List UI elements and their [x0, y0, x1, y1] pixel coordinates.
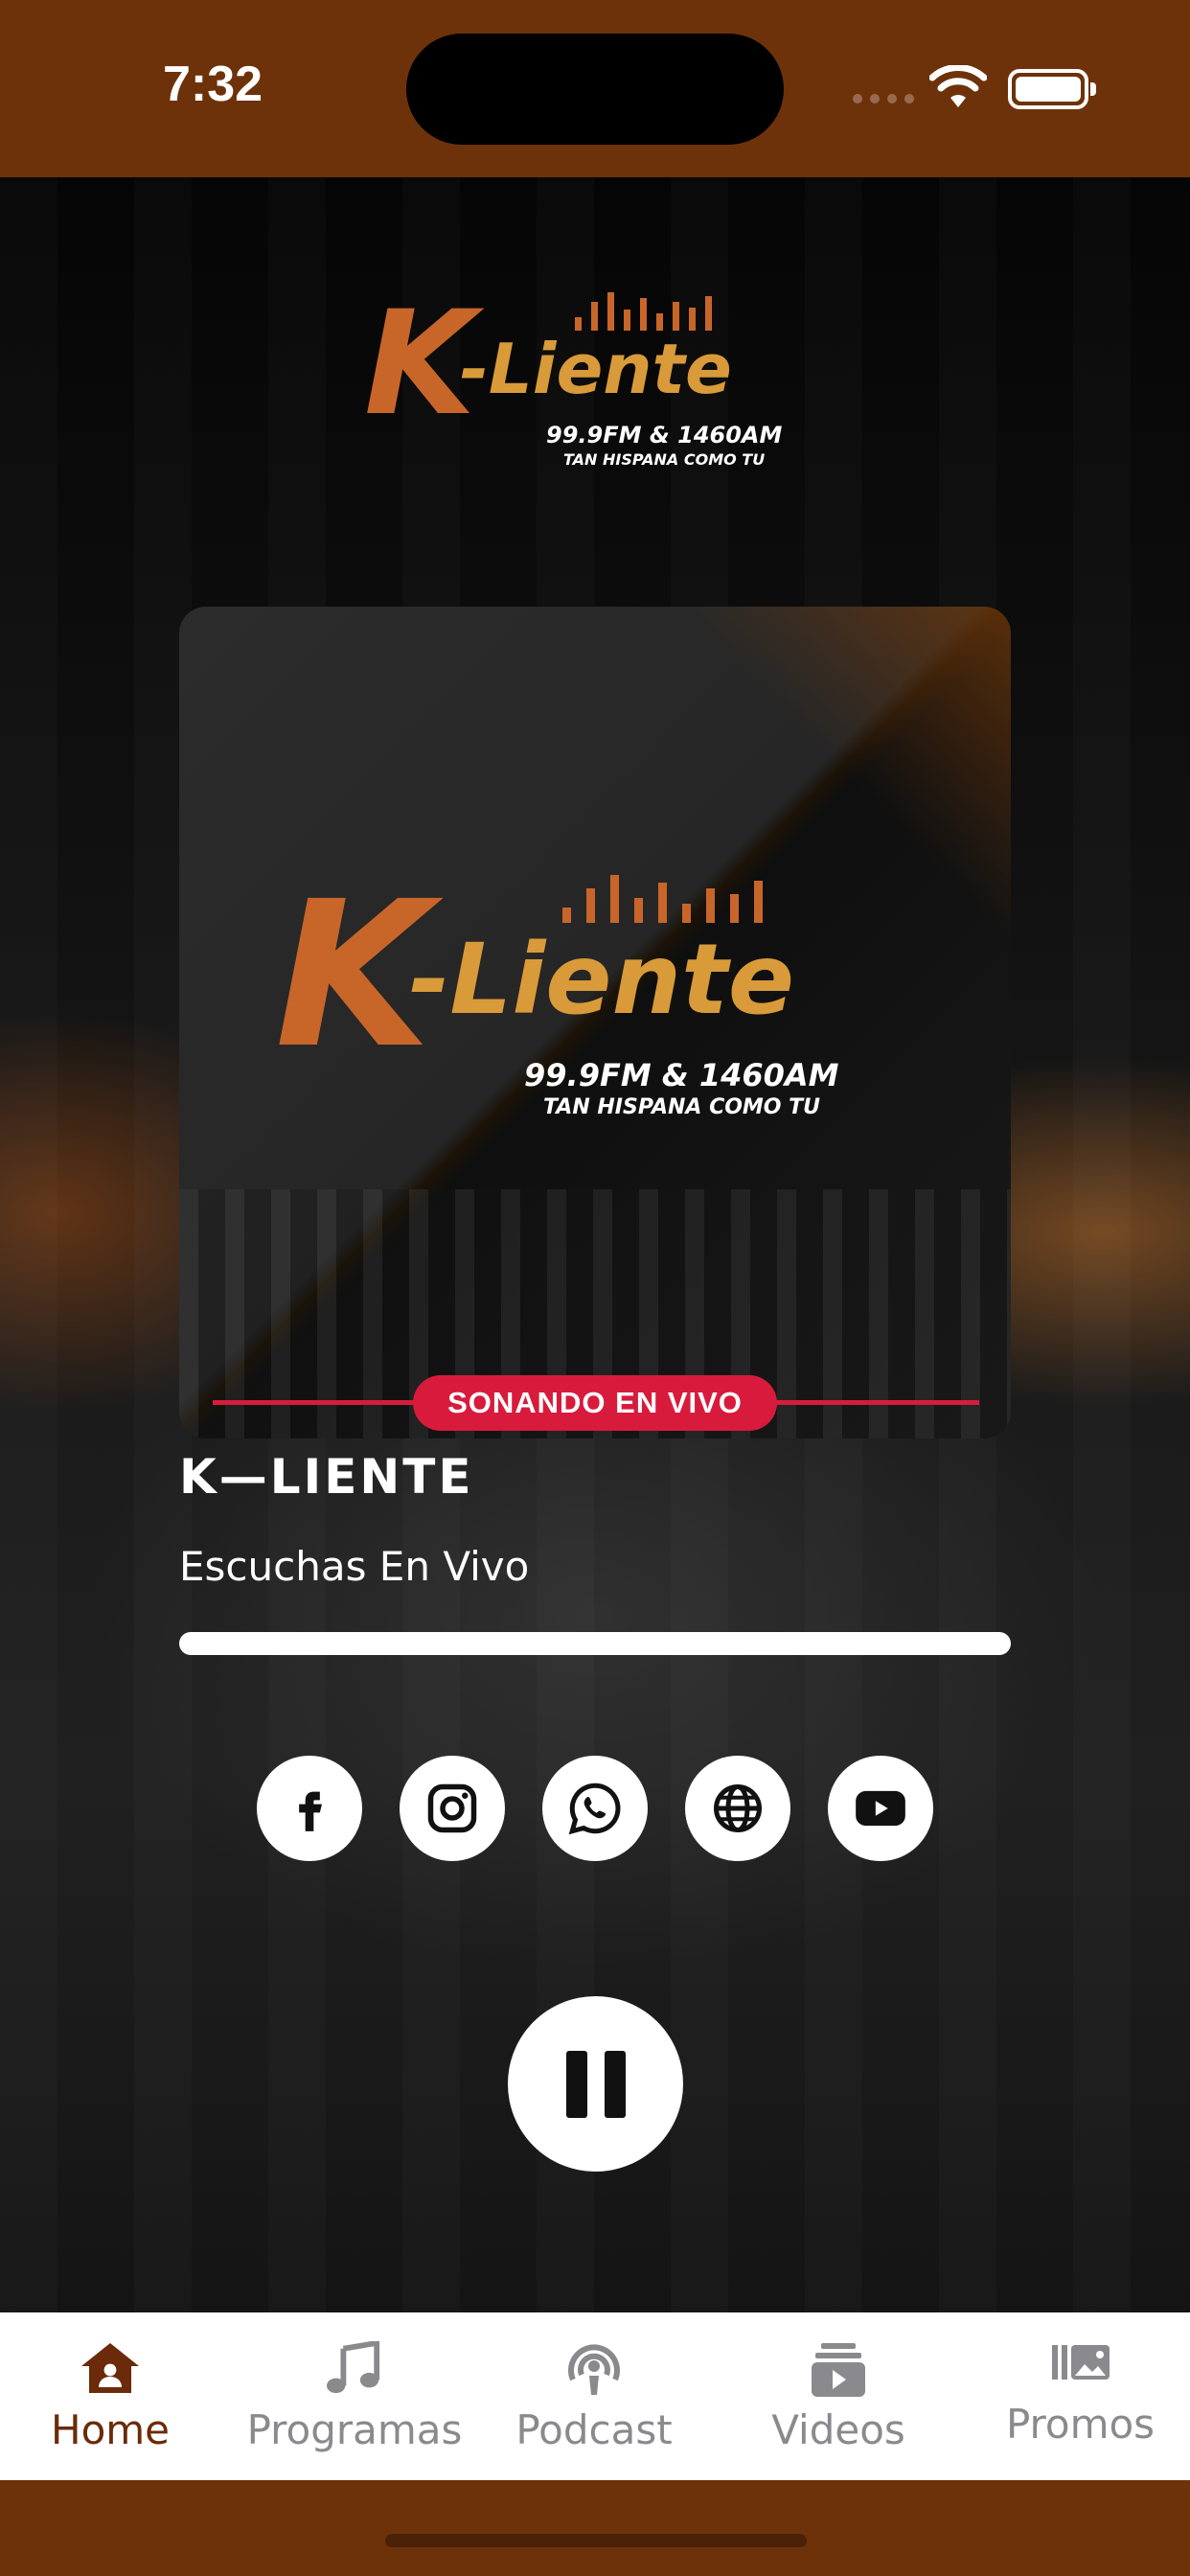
tab-bar: Home Programas Podcast Videos Promos — [0, 2312, 1190, 2480]
home-indicator[interactable] — [385, 2534, 807, 2547]
artwork-logo: K -Liente 99.9FM & 1460AM TAN HISPANA CO… — [275, 858, 839, 1120]
cellular-signal-icon — [853, 94, 914, 104]
home-indicator-area — [0, 2480, 1190, 2576]
tab-videos[interactable]: Videos — [743, 2312, 934, 2480]
battery-icon — [1008, 69, 1096, 109]
podcast-icon — [568, 2344, 620, 2395]
tab-promos[interactable]: Promos — [987, 2312, 1174, 2480]
social-links — [257, 1756, 933, 1861]
station-name: K—LIENTE — [179, 1449, 474, 1505]
pause-icon — [565, 2050, 587, 2118]
tab-podcast[interactable]: Podcast — [498, 2312, 690, 2480]
youtube-button[interactable] — [828, 1756, 933, 1861]
website-button[interactable] — [685, 1756, 790, 1861]
photo-library-icon — [1051, 2345, 1110, 2380]
whatsapp-icon — [568, 1782, 621, 1835]
facebook-button[interactable] — [257, 1756, 362, 1861]
whatsapp-button[interactable] — [542, 1756, 648, 1861]
music-note-icon — [327, 2341, 380, 2394]
facebook-icon — [299, 1791, 322, 1831]
tab-programas[interactable]: Programas — [240, 2312, 469, 2480]
video-library-icon — [812, 2343, 865, 2397]
station-logo: K -Liente 99.9FM & 1460AM TAN HISPANA CO… — [364, 281, 783, 469]
instagram-icon — [427, 1783, 477, 1833]
tab-home[interactable]: Home — [19, 2312, 201, 2480]
globe-icon — [714, 1784, 762, 1832]
playback-progress-bar[interactable] — [179, 1632, 1011, 1655]
status-bar: 7:32 — [0, 0, 1190, 177]
home-icon — [81, 2343, 139, 2393]
station-subtitle: Escuchas En Vivo — [179, 1543, 530, 1590]
main-content: K -Liente 99.9FM & 1460AM TAN HISPANA CO… — [0, 177, 1190, 2312]
album-artwork: K -Liente 99.9FM & 1460AM TAN HISPANA CO… — [179, 607, 1011, 1438]
pause-button[interactable] — [508, 1996, 683, 2172]
instagram-button[interactable] — [400, 1756, 505, 1861]
youtube-icon — [856, 1790, 905, 1827]
status-time: 7:32 — [163, 57, 263, 112]
wifi-icon — [929, 65, 987, 107]
dynamic-island — [406, 34, 784, 145]
live-badge: SONANDO EN VIVO — [413, 1375, 777, 1431]
